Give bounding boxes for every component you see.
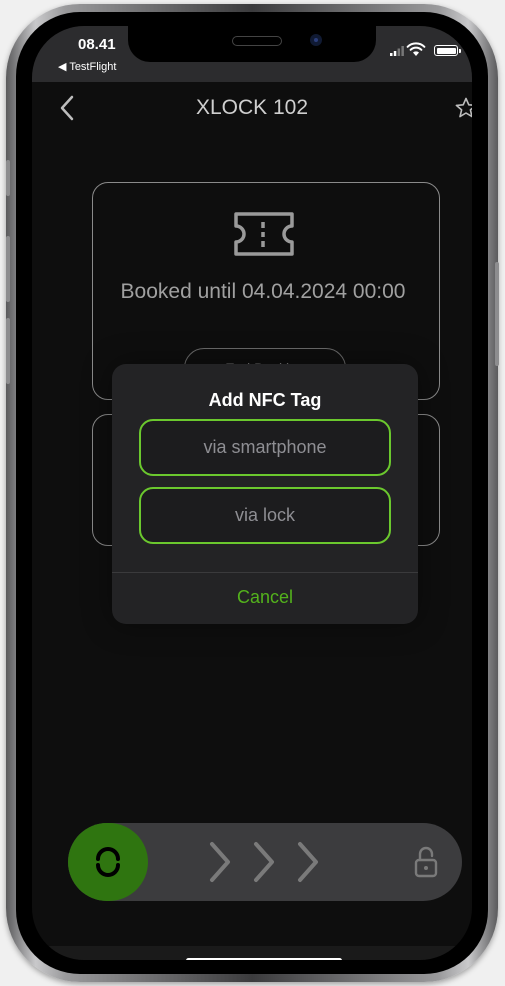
front-camera [310, 34, 322, 46]
ticket-icon [234, 212, 294, 256]
chevrons-right-icon [210, 842, 318, 882]
add-nfc-tag-dialog: Add NFC Tag via smartphone via lock Canc… [112, 364, 418, 624]
home-indicator[interactable] [186, 958, 342, 960]
page-title: XLOCK 102 [195, 96, 309, 119]
dialog-divider [112, 572, 418, 573]
silent-switch [6, 160, 10, 196]
cancel-button[interactable]: Cancel [112, 587, 418, 608]
wifi-icon [406, 42, 426, 56]
battery-icon [434, 45, 461, 56]
phone-screen: 08.41 ◀ TestFlight XLOCK 102 Booked unti… [32, 26, 472, 960]
via-lock-button[interactable]: via lock [139, 487, 391, 544]
notch [128, 26, 376, 62]
back-to-testflight-link[interactable]: ◀ TestFlight [58, 60, 116, 73]
booked-until-label: Booked until 04.04.2024 00:00 [120, 280, 406, 303]
status-bar: 08.41 ◀ TestFlight [32, 26, 472, 82]
favorite-star-icon[interactable] [454, 96, 472, 120]
power-button [495, 262, 499, 366]
volume-up-button [6, 236, 10, 302]
unlocked-padlock-icon [414, 846, 438, 878]
unlock-slider-handle[interactable] [68, 823, 148, 901]
volume-down-button [6, 318, 10, 384]
via-smartphone-button[interactable]: via smartphone [139, 419, 391, 476]
swap-vertical-icon [96, 847, 120, 877]
earpiece-speaker [232, 36, 282, 46]
status-time: 08.41 [78, 36, 116, 53]
dialog-title: Add NFC Tag [208, 390, 322, 410]
cellular-signal-icon [390, 46, 404, 56]
